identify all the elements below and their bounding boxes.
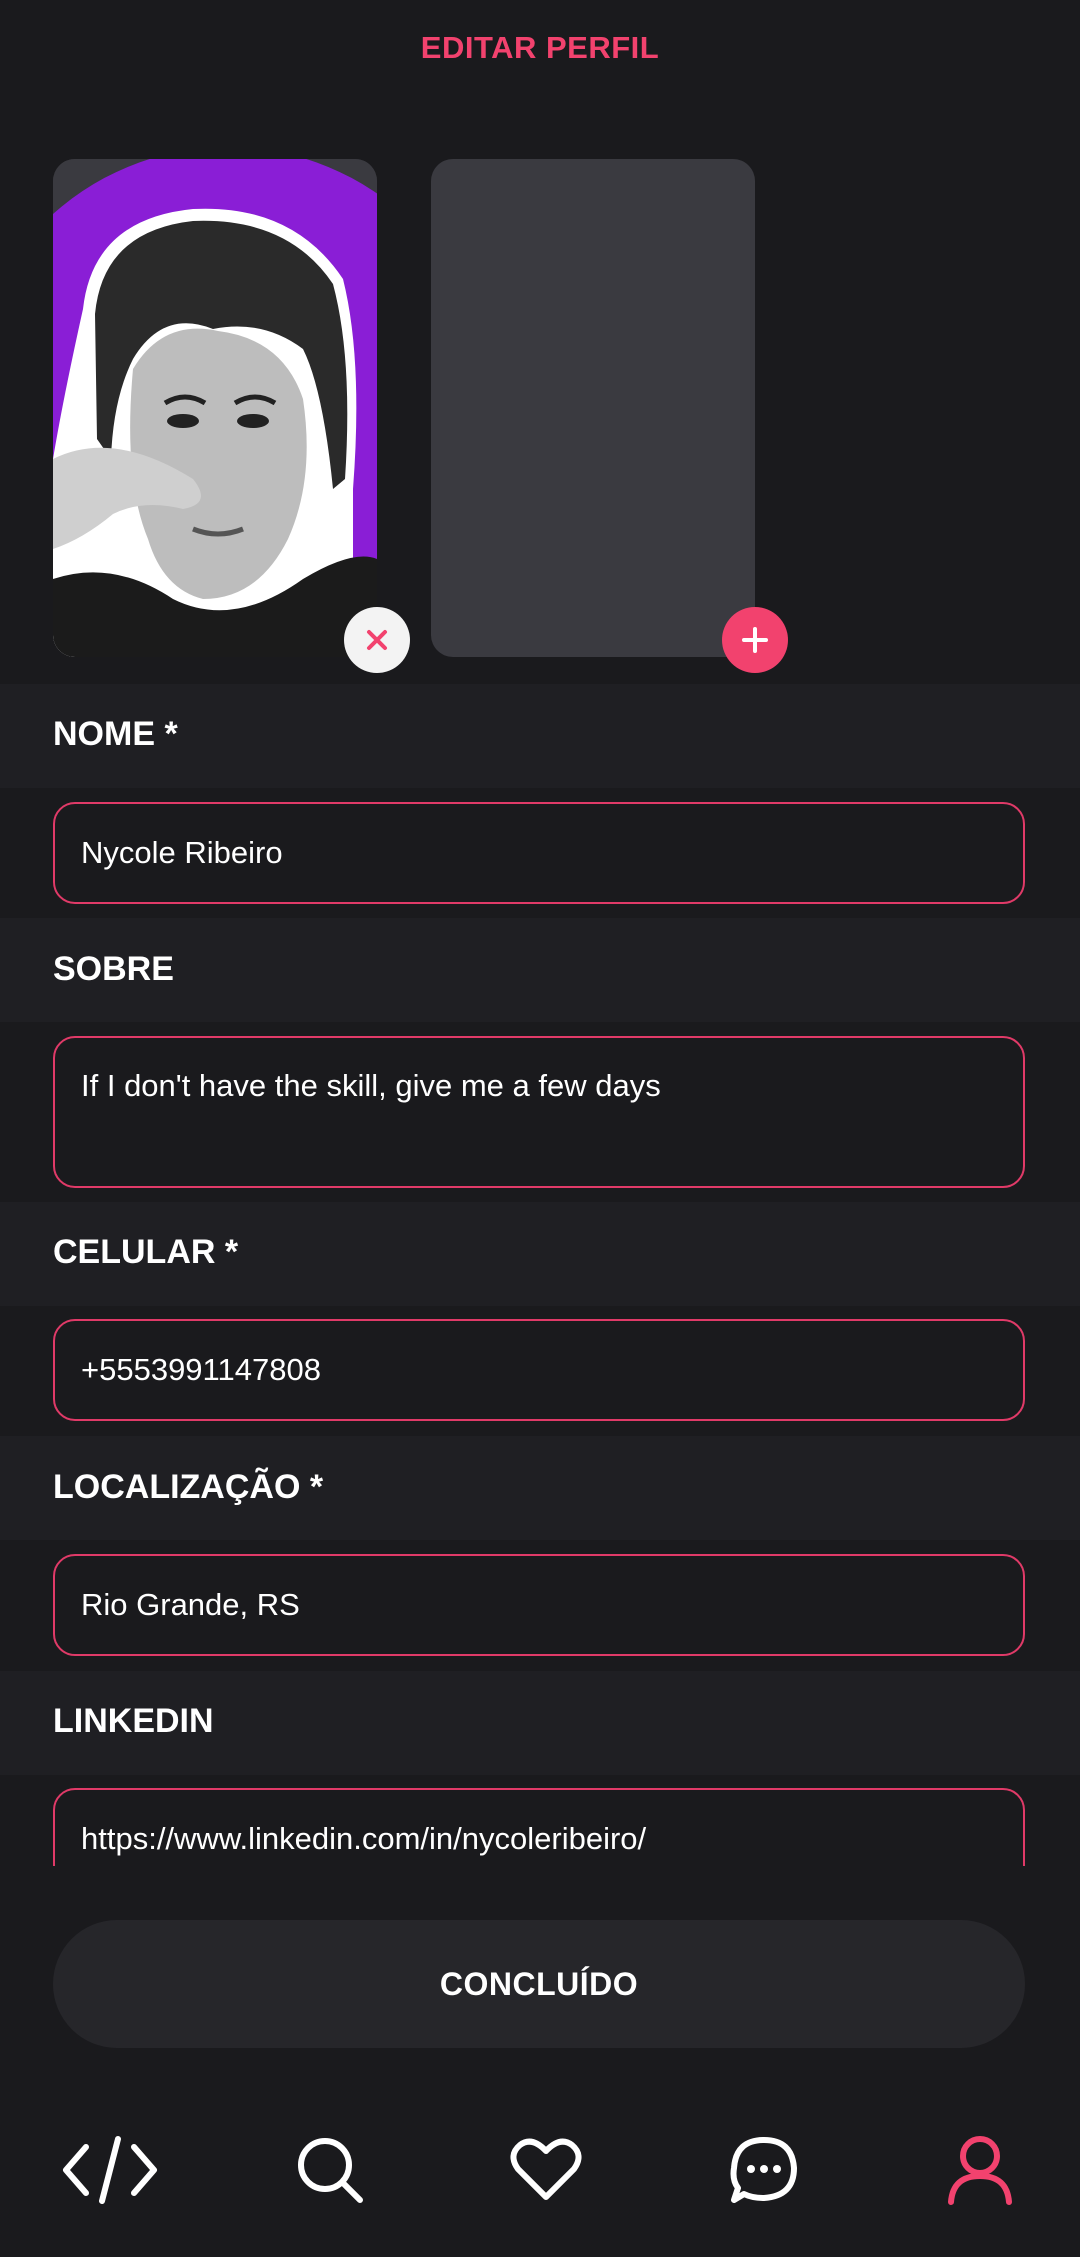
code-icon bbox=[63, 2136, 157, 2204]
nav-search[interactable] bbox=[280, 2130, 380, 2210]
name-field[interactable]: Nycole Ribeiro bbox=[53, 802, 1025, 904]
about-field[interactable]: If I don't have the skill, give me a few… bbox=[53, 1036, 1025, 1188]
page-title: EDITAR PERFIL bbox=[420, 30, 660, 65]
remove-photo-button[interactable] bbox=[344, 607, 410, 673]
location-label: LOCALIZAÇÃO * bbox=[53, 1468, 324, 1506]
nav-messages[interactable] bbox=[714, 2130, 814, 2210]
add-photo-button[interactable] bbox=[722, 607, 788, 673]
location-field[interactable]: Rio Grande, RS bbox=[53, 1554, 1025, 1656]
heart-icon bbox=[510, 2138, 582, 2200]
location-value: Rio Grande, RS bbox=[81, 1587, 300, 1622]
nav-profile[interactable] bbox=[930, 2130, 1030, 2210]
done-button[interactable]: CONCLUÍDO bbox=[53, 1920, 1025, 2048]
phone-value: +5553991147808 bbox=[81, 1352, 321, 1387]
nav-code[interactable] bbox=[60, 2130, 160, 2210]
about-value: If I don't have the skill, give me a few… bbox=[81, 1068, 661, 1103]
search-icon bbox=[298, 2138, 363, 2203]
phone-label: CELULAR * bbox=[53, 1233, 239, 1271]
linkedin-label: LINKEDIN bbox=[53, 1702, 214, 1740]
phone-field[interactable]: +5553991147808 bbox=[53, 1319, 1025, 1421]
plus-icon bbox=[742, 627, 768, 653]
close-icon bbox=[367, 630, 387, 650]
profile-photo bbox=[53, 159, 377, 657]
name-value: Nycole Ribeiro bbox=[81, 835, 283, 870]
chat-icon bbox=[730, 2137, 797, 2203]
user-icon bbox=[948, 2136, 1012, 2205]
empty-photo-slot[interactable] bbox=[431, 159, 755, 657]
about-label: SOBRE bbox=[53, 950, 174, 988]
profile-photo-card[interactable] bbox=[53, 159, 377, 657]
nav-likes[interactable] bbox=[496, 2130, 596, 2210]
name-label: NOME * bbox=[53, 715, 178, 753]
